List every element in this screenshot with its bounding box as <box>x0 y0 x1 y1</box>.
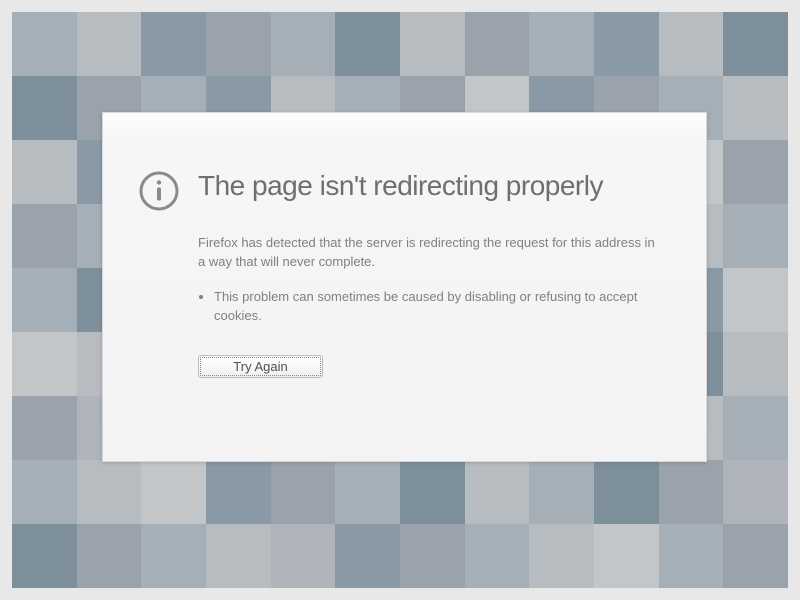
info-icon <box>138 170 180 212</box>
error-title: The page isn't redirecting properly <box>198 168 603 203</box>
try-again-button[interactable]: Try Again <box>198 355 323 378</box>
error-message: Firefox has detected that the server is … <box>198 234 661 272</box>
error-header: The page isn't redirecting properly <box>138 168 661 212</box>
error-suggestion-item: This problem can sometimes be caused by … <box>214 288 661 326</box>
error-dialog: The page isn't redirecting properly Fire… <box>102 112 707 462</box>
error-body: Firefox has detected that the server is … <box>198 234 661 378</box>
button-row: Try Again <box>198 355 661 378</box>
pixelated-background: The page isn't redirecting properly Fire… <box>12 12 788 588</box>
error-suggestions-list: This problem can sometimes be caused by … <box>198 288 661 326</box>
